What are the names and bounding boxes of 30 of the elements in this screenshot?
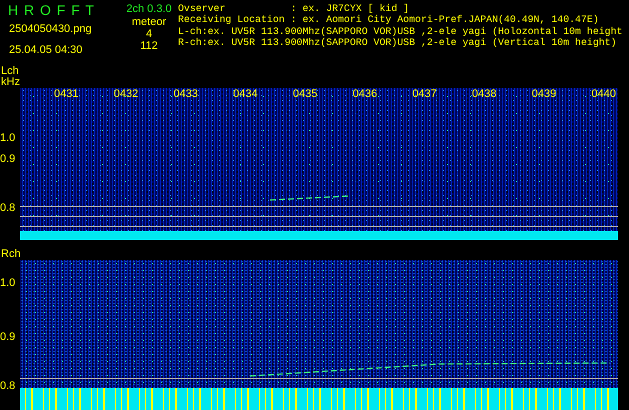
time-label: 0432 — [114, 88, 138, 100]
datetime-label: 25.04.05 04:30 — [9, 44, 84, 56]
axis-tick-label: 0.9 — [0, 330, 16, 342]
time-label: 0431 — [54, 88, 78, 100]
meteor-count: 4 — [146, 29, 152, 40]
time-label: 0433 — [173, 88, 198, 100]
time-label: 0439 — [532, 88, 556, 100]
time-label: 0434 — [233, 88, 258, 100]
unit-label: kHz — [1, 77, 21, 88]
time-label: 0437 — [412, 88, 437, 100]
info-line: R-ch:ex. UV5R 113.900Mhz(SAPPORO VOR)USB ,2-ele yagi (Vertical 10m height) — [178, 36, 618, 48]
info-line: L-ch:ex. UV5R 113.900Mhz(SAPPORO VOR)USB ,2-ele yagi (Holozontal 10m height — [178, 26, 624, 37]
time-label: 0435 — [292, 88, 318, 100]
meteor-label: meteor — [132, 16, 166, 29]
axis-tick-label: 1.0 — [0, 132, 16, 144]
axis-tick-label: 0.8 — [0, 380, 16, 392]
info-line: Receiving Location : ex. Aomori City Aomori-Pref.JAPAN(40.49N, 140.47E) — [178, 14, 600, 26]
axis-tick-label: 0.8 — [0, 202, 16, 214]
app-title: H R O F F T — [8, 2, 94, 19]
meteor-count: 112 — [140, 40, 158, 52]
info-line: Ovserver : ex. JR7CYX [ kid ] — [178, 3, 410, 14]
axis-tick-label: 0.9 — [0, 153, 16, 166]
time-label: 0440 — [591, 88, 616, 100]
time-label: 0438 — [472, 88, 497, 100]
filename-label: 2504050430.png — [9, 23, 93, 35]
version-label: 2ch 0.3.0 — [126, 3, 172, 16]
channel-label: Lch — [1, 66, 20, 77]
axis-tick-label: 1.0 — [0, 276, 16, 288]
channel-label: Rch — [1, 249, 22, 260]
time-label: 0436 — [352, 88, 378, 100]
